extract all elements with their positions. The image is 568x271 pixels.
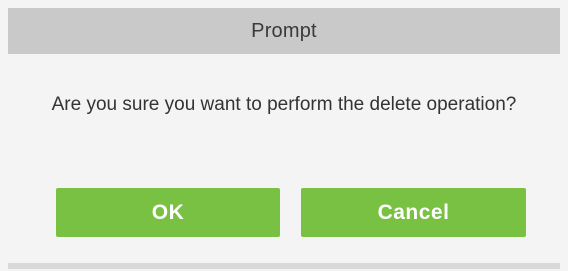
cancel-button[interactable]: Cancel xyxy=(301,188,526,237)
dialog-bottom-edge xyxy=(8,263,560,269)
dialog-title-bar: Prompt xyxy=(8,8,560,54)
cancel-button-label: Cancel xyxy=(377,200,450,224)
dialog-title: Prompt xyxy=(251,19,317,42)
dialog-message: Are you sure you want to perform the del… xyxy=(51,94,517,115)
ok-button-label: OK xyxy=(151,200,185,224)
ok-button[interactable]: OK xyxy=(56,188,280,237)
delete-confirmation-dialog: Prompt Are you sure you want to perform … xyxy=(0,0,568,271)
